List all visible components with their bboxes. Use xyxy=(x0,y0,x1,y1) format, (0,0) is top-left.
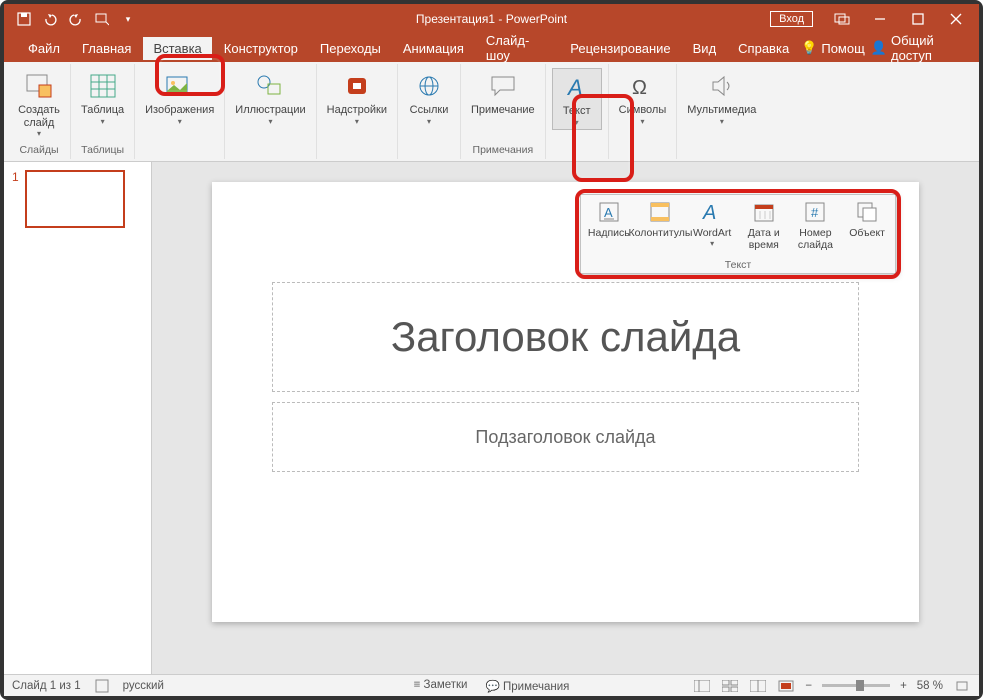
close-icon[interactable] xyxy=(939,5,973,33)
qat-dropdown-icon[interactable]: ▾ xyxy=(120,11,136,27)
svg-text:A: A xyxy=(604,205,613,220)
object-button[interactable]: Объект xyxy=(842,199,892,259)
symbols-button[interactable]: ΩСимволы▾ xyxy=(615,68,671,128)
subtitle-text: Подзаголовок слайда xyxy=(475,427,655,448)
comment-icon xyxy=(487,70,519,102)
zoom-slider[interactable] xyxy=(822,684,890,687)
links-button[interactable]: Ссылки▾ xyxy=(404,68,454,128)
group-comments-label: Примечания xyxy=(473,142,534,159)
share-label: Общий доступ xyxy=(891,33,965,63)
wordart-icon: A xyxy=(699,199,725,225)
media-button[interactable]: Мультимедиа▾ xyxy=(683,68,760,128)
svg-text:Ω: Ω xyxy=(632,77,647,98)
images-icon xyxy=(164,70,196,102)
share-button[interactable]: 👤Общий доступ xyxy=(871,33,965,63)
subtitle-placeholder[interactable]: Подзаголовок слайда xyxy=(272,402,859,472)
notes-toggle[interactable]: ≡ Заметки xyxy=(414,679,468,693)
datetime-button[interactable]: Дата ивремя xyxy=(739,199,789,259)
omega-icon: Ω xyxy=(626,70,658,102)
quick-access-toolbar: ▾ xyxy=(4,11,136,27)
reading-view-icon[interactable] xyxy=(749,678,767,694)
addins-icon xyxy=(341,70,373,102)
slide-thumbnail[interactable] xyxy=(25,170,125,228)
title-bar: ▾ Презентация1 - PowerPoint Вход xyxy=(4,4,979,34)
bulb-icon: 💡 xyxy=(801,40,817,56)
ribbon-tabs: Файл Главная Вставка Конструктор Переход… xyxy=(4,34,979,62)
title-text: Заголовок слайда xyxy=(391,313,740,361)
tab-help[interactable]: Справка xyxy=(728,37,799,60)
window-title: Презентация1 - PowerPoint xyxy=(416,12,567,26)
slideshow-view-icon[interactable] xyxy=(777,678,795,694)
headerfooter-button[interactable]: Колонтитулы xyxy=(635,199,685,259)
svg-text:A: A xyxy=(566,75,583,99)
status-bar: Слайд 1 из 1 русский ≡ Заметки 💬 Примеча… xyxy=(4,674,979,696)
redo-icon[interactable] xyxy=(68,11,84,27)
text-dropdown-popup: AНадпись Колонтитулы AWordArt▾ Дата ивре… xyxy=(580,194,896,274)
popup-group-label: Текст xyxy=(581,259,895,273)
fit-icon[interactable] xyxy=(953,678,971,694)
minimize-icon[interactable] xyxy=(863,5,897,33)
ribbon: Создатьслайд▾ Слайды Таблица▾ Таблицы Из… xyxy=(4,62,979,162)
table-icon xyxy=(87,70,119,102)
zoom-level[interactable]: 58 % xyxy=(917,680,943,692)
person-icon: 👤 xyxy=(871,40,887,56)
slide-number: 1 xyxy=(12,170,19,228)
new-slide-button[interactable]: Создатьслайд▾ xyxy=(14,68,64,140)
tab-animations[interactable]: Анимация xyxy=(393,37,474,60)
tab-insert[interactable]: Вставка xyxy=(143,37,211,60)
tab-view[interactable]: Вид xyxy=(683,37,727,60)
tab-slideshow[interactable]: Слайд-шоу xyxy=(476,29,558,67)
speaker-icon xyxy=(706,70,738,102)
shapes-icon xyxy=(254,70,286,102)
tab-file[interactable]: Файл xyxy=(18,37,70,60)
save-icon[interactable] xyxy=(16,11,32,27)
thumbnail-pane: 1 xyxy=(4,162,152,674)
language-indicator[interactable]: русский xyxy=(123,680,164,692)
svg-text:A: A xyxy=(702,202,716,223)
normal-view-icon[interactable] xyxy=(693,678,711,694)
comments-toggle[interactable]: 💬 Примечания xyxy=(485,679,569,693)
tell-me-label: Помощ xyxy=(821,41,864,56)
slidenum-icon: # xyxy=(802,199,828,225)
login-button[interactable]: Вход xyxy=(770,11,813,27)
zoom-in[interactable]: + xyxy=(900,680,907,692)
spell-icon[interactable] xyxy=(95,679,109,693)
headerfooter-icon xyxy=(647,199,673,225)
illustrations-button[interactable]: Иллюстрации▾ xyxy=(231,68,309,128)
tab-transitions[interactable]: Переходы xyxy=(310,37,391,60)
text-button[interactable]: AТекст▾ xyxy=(552,68,602,130)
link-icon xyxy=(413,70,445,102)
textbox-button[interactable]: AНадпись xyxy=(584,199,634,259)
images-button[interactable]: Изображения▾ xyxy=(141,68,218,128)
slidenum-button[interactable]: #Номерслайда xyxy=(790,199,840,259)
title-placeholder[interactable]: Заголовок слайда xyxy=(272,282,859,392)
zoom-out[interactable]: − xyxy=(805,680,812,692)
group-slides-label: Слайды xyxy=(19,142,58,159)
sorter-view-icon[interactable] xyxy=(721,678,739,694)
calendar-icon xyxy=(751,199,777,225)
table-button[interactable]: Таблица▾ xyxy=(77,68,128,128)
textbox-icon: A xyxy=(596,199,622,225)
object-icon xyxy=(854,199,880,225)
tell-me[interactable]: 💡 Помощ xyxy=(801,40,865,56)
tab-home[interactable]: Главная xyxy=(72,37,141,60)
svg-text:#: # xyxy=(811,205,819,220)
undo-icon[interactable] xyxy=(42,11,58,27)
wordart-button[interactable]: AWordArt▾ xyxy=(687,199,737,259)
tab-review[interactable]: Рецензирование xyxy=(560,37,680,60)
addins-button[interactable]: Надстройки▾ xyxy=(323,68,391,128)
display-settings-icon[interactable] xyxy=(825,5,859,33)
comment-button[interactable]: Примечание xyxy=(467,68,539,119)
tab-design[interactable]: Конструктор xyxy=(214,37,308,60)
text-icon: A xyxy=(561,71,593,103)
maximize-icon[interactable] xyxy=(901,5,935,33)
group-tables-label: Таблицы xyxy=(81,142,124,159)
slide-indicator[interactable]: Слайд 1 из 1 xyxy=(12,680,81,692)
new-slide-icon xyxy=(23,70,55,102)
startfrom-icon[interactable] xyxy=(94,11,110,27)
